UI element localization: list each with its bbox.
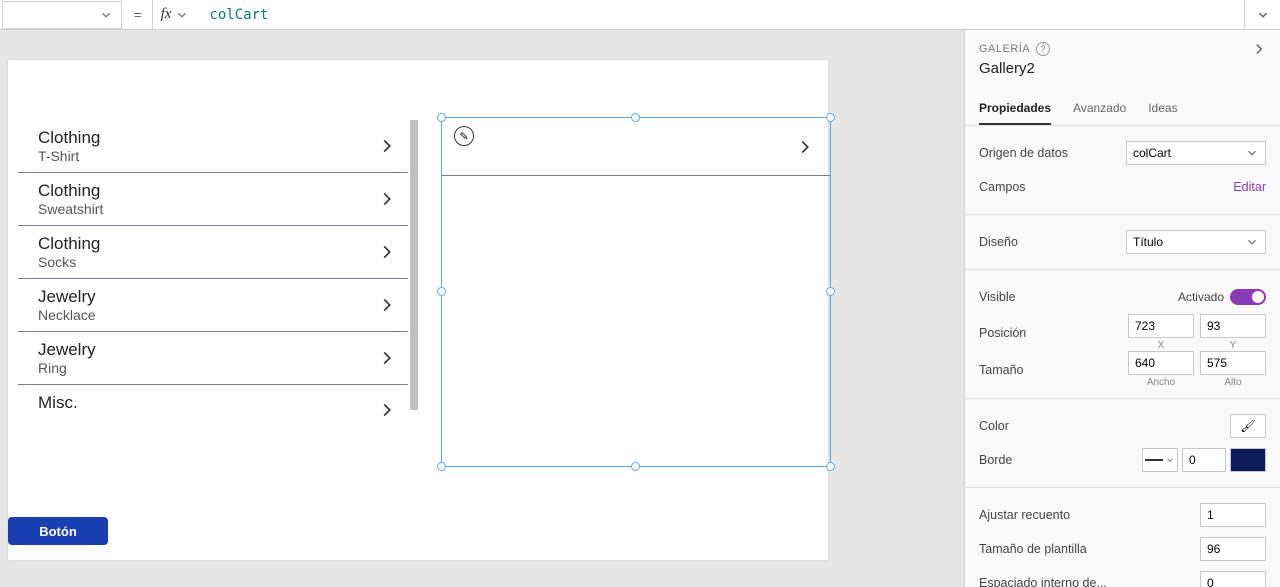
property-dropdown[interactable] bbox=[2, 1, 122, 29]
border-width-input[interactable] bbox=[1182, 448, 1226, 472]
list-item[interactable]: Clothing Socks bbox=[18, 226, 408, 279]
border-color-picker[interactable] bbox=[1230, 448, 1266, 472]
chevron-down-icon bbox=[1245, 146, 1259, 160]
size-label: Tamaño bbox=[979, 363, 1023, 377]
wrap-label: Ajustar recuento bbox=[979, 508, 1070, 522]
list-item[interactable]: Clothing T-Shirt bbox=[18, 120, 408, 173]
fx-selector[interactable]: fx bbox=[152, 0, 198, 29]
chevron-down-icon bbox=[1165, 455, 1175, 465]
tab-advanced[interactable]: Avanzado bbox=[1073, 93, 1126, 125]
visible-state: Activado bbox=[1178, 290, 1224, 304]
chevron-right-icon[interactable] bbox=[376, 188, 398, 210]
chevron-right-icon[interactable] bbox=[1250, 40, 1268, 58]
item-subtitle: Socks bbox=[38, 254, 368, 270]
help-icon[interactable]: ? bbox=[1036, 42, 1050, 56]
color-picker[interactable]: 🖌 bbox=[1230, 414, 1266, 438]
resize-handle[interactable] bbox=[826, 462, 835, 471]
height-sublabel: Alto bbox=[1224, 377, 1241, 388]
fx-label: fx bbox=[161, 6, 172, 23]
chevron-right-icon[interactable] bbox=[376, 399, 398, 421]
item-subtitle: Necklace bbox=[38, 307, 368, 323]
formula-bar: = fx bbox=[0, 0, 1280, 30]
position-label: Posición bbox=[979, 326, 1026, 340]
position-y-input[interactable] bbox=[1200, 314, 1266, 338]
chevron-right-icon[interactable] bbox=[376, 347, 398, 369]
app-canvas[interactable]: Clothing T-Shirt Clothing Sweatshirt Clo… bbox=[8, 60, 828, 560]
visible-toggle[interactable] bbox=[1230, 289, 1266, 305]
color-label: Color bbox=[979, 419, 1009, 433]
chevron-down-icon bbox=[1245, 235, 1259, 249]
template-size-label: Tamaño de plantilla bbox=[979, 542, 1087, 556]
properties-panel: GALERÍA ? Gallery2 Propiedades Avanzado … bbox=[964, 30, 1280, 587]
formula-expand-button[interactable] bbox=[1244, 0, 1280, 29]
template-size-input[interactable] bbox=[1200, 537, 1266, 561]
border-label: Borde bbox=[979, 453, 1012, 467]
list-item[interactable]: Misc. bbox=[18, 385, 408, 421]
visible-label: Visible bbox=[979, 290, 1016, 304]
resize-handle[interactable] bbox=[437, 287, 446, 296]
chevron-right-icon[interactable] bbox=[794, 136, 816, 158]
chevron-down-icon bbox=[175, 8, 189, 22]
formula-input[interactable] bbox=[197, 0, 1244, 29]
padding-input[interactable] bbox=[1200, 571, 1266, 587]
panel-tabs: Propiedades Avanzado Ideas bbox=[965, 93, 1280, 126]
list-item[interactable]: Clothing Sweatshirt bbox=[18, 173, 408, 226]
control-name[interactable]: Gallery2 bbox=[979, 60, 1266, 77]
item-title: Jewelry bbox=[38, 287, 368, 307]
chevron-down-icon bbox=[1256, 8, 1270, 22]
tab-properties[interactable]: Propiedades bbox=[979, 93, 1051, 125]
control-type-label: GALERÍA ? bbox=[979, 42, 1266, 56]
size-height-input[interactable] bbox=[1200, 351, 1266, 375]
width-sublabel: Ancho bbox=[1147, 377, 1175, 388]
chevron-down-icon bbox=[99, 8, 113, 22]
border-style-select[interactable] bbox=[1142, 448, 1178, 472]
equals-sign: = bbox=[124, 7, 152, 22]
item-title: Clothing bbox=[38, 128, 368, 148]
y-sublabel: Y bbox=[1230, 340, 1237, 351]
gallery2-selected[interactable]: ✎ bbox=[441, 117, 831, 467]
datasource-select[interactable]: colCart bbox=[1126, 141, 1266, 165]
canvas-area: Clothing T-Shirt Clothing Sweatshirt Clo… bbox=[0, 30, 964, 587]
padding-label: Espaciado interno de... bbox=[979, 576, 1107, 587]
pencil-icon[interactable]: ✎ bbox=[454, 126, 474, 146]
fields-label: Campos bbox=[979, 180, 1026, 194]
chevron-right-icon[interactable] bbox=[376, 241, 398, 263]
list-item[interactable]: Jewelry Necklace bbox=[18, 279, 408, 332]
paint-icon: 🖌 bbox=[1240, 419, 1255, 433]
item-title: Clothing bbox=[38, 234, 368, 254]
resize-handle[interactable] bbox=[631, 462, 640, 471]
item-subtitle: Sweatshirt bbox=[38, 201, 368, 217]
layout-select[interactable]: Título bbox=[1126, 230, 1266, 254]
datasource-label: Origen de datos bbox=[979, 146, 1068, 160]
item-title: Clothing bbox=[38, 181, 368, 201]
resize-handle[interactable] bbox=[437, 462, 446, 471]
x-sublabel: X bbox=[1158, 340, 1165, 351]
list-item[interactable]: Jewelry Ring bbox=[18, 332, 408, 385]
layout-label: Diseño bbox=[979, 235, 1018, 249]
scrollbar[interactable] bbox=[410, 120, 418, 410]
item-subtitle: Ring bbox=[38, 360, 368, 376]
position-x-input[interactable] bbox=[1128, 314, 1194, 338]
chevron-right-icon[interactable] bbox=[376, 135, 398, 157]
item-title: Jewelry bbox=[38, 340, 368, 360]
item-subtitle: T-Shirt bbox=[38, 148, 368, 164]
gallery1[interactable]: Clothing T-Shirt Clothing Sweatshirt Clo… bbox=[18, 120, 408, 470]
tab-ideas[interactable]: Ideas bbox=[1148, 93, 1177, 125]
boton-button[interactable]: Botón bbox=[8, 517, 108, 545]
gallery-template-row[interactable]: ✎ bbox=[442, 118, 830, 176]
chevron-right-icon[interactable] bbox=[376, 294, 398, 316]
fields-edit-link[interactable]: Editar bbox=[1233, 180, 1266, 194]
size-width-input[interactable] bbox=[1128, 351, 1194, 375]
wrap-count-input[interactable] bbox=[1200, 503, 1266, 527]
resize-handle[interactable] bbox=[826, 287, 835, 296]
item-title: Misc. bbox=[38, 393, 368, 413]
